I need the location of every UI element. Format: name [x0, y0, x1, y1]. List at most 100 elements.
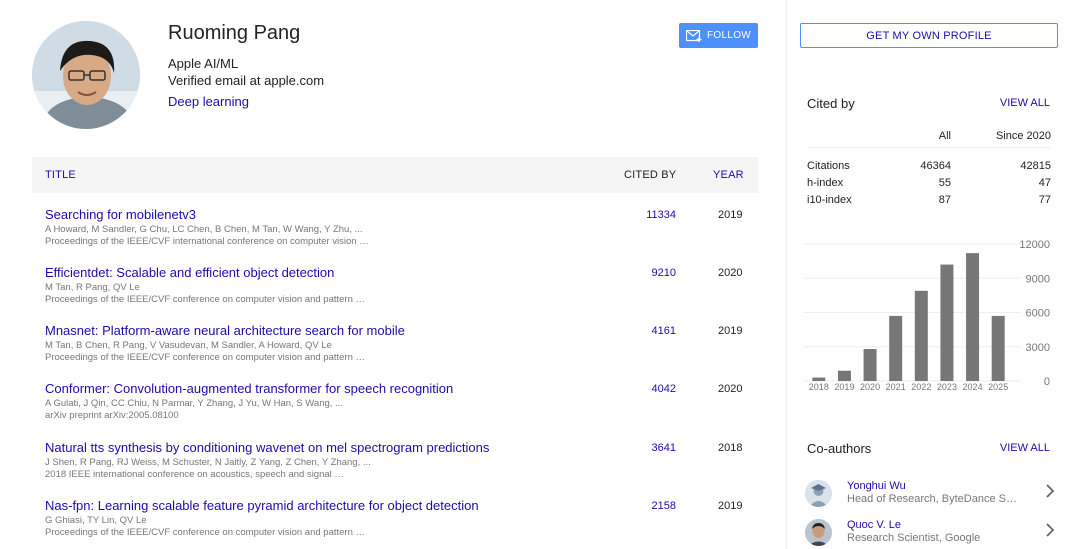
article-venue: Proceedings of the IEEE/CVF conference o…	[45, 352, 366, 363]
stats-all-value: 55	[938, 177, 951, 189]
stats-row-i10-index: i10-index 87 77	[807, 192, 1051, 209]
article-authors: M Tan, R Pang, QV Le	[45, 282, 140, 293]
article-cited-by-link[interactable]: 2158	[652, 500, 676, 512]
chart-bar	[837, 370, 851, 381]
article-authors: G Ghiasi, TY Lin, QV Le	[45, 515, 147, 526]
article-cited-by-link[interactable]: 3641	[652, 442, 676, 454]
article-row: Natural tts synthesis by conditioning wa…	[32, 440, 758, 498]
article-venue: Proceedings of the IEEE/CVF conference o…	[45, 294, 366, 305]
article-title-link[interactable]: Efficientdet: Scalable and efficient obj…	[45, 265, 334, 280]
chart-x-tick-label: 2020	[860, 382, 880, 392]
article-row: Efficientdet: Scalable and efficient obj…	[32, 265, 758, 323]
article-year: 2018	[718, 442, 743, 454]
article-row: Nas-fpn: Learning scalable feature pyram…	[32, 498, 758, 549]
article-venue: arXiv preprint arXiv:2005.08100	[45, 410, 179, 421]
chart-y-tick-label: 12000	[1019, 239, 1050, 251]
coauthor-name: Yonghui Wu	[847, 480, 906, 492]
article-title-link[interactable]: Searching for mobilenetv3	[45, 207, 196, 222]
chart-y-tick-label: 6000	[1026, 308, 1050, 320]
article-year: 2020	[718, 267, 743, 279]
coauthor-item[interactable]: Yonghui Wu Head of Research, ByteDance S…	[805, 480, 1055, 510]
profile-name: Ruoming Pang	[168, 22, 301, 44]
chart-x-tick-label: 2025	[988, 382, 1008, 392]
coauthor-role: Research Scientist, Google	[847, 532, 981, 544]
stats-all-value: 87	[938, 194, 951, 206]
stats-since-value: 42815	[1020, 160, 1051, 172]
citations-per-year-chart: 0 3000 6000 9000 12000 2018 2019 2020 2021 2022 20…	[804, 239, 1050, 392]
follow-button[interactable]: FOLLOW	[679, 23, 758, 48]
article-title-link[interactable]: Nas-fpn: Learning scalable feature pyram…	[45, 498, 479, 513]
article-cited-by-link[interactable]: 11334	[646, 209, 676, 221]
article-year: 2019	[718, 325, 743, 337]
article-venue: Proceedings of the IEEE/CVF conference o…	[45, 527, 366, 538]
stats-since-value: 47	[1038, 177, 1051, 189]
articles-table-header: TITLE CITED BY YEAR	[32, 157, 758, 193]
chart-bar	[889, 315, 903, 381]
stats-all-value: 46364	[920, 160, 951, 172]
cited-by-heading: Cited by	[807, 96, 855, 111]
coauthor-avatar	[805, 519, 832, 546]
chart-bar	[940, 264, 954, 381]
stats-col-all: All	[938, 130, 951, 142]
article-venue: Proceedings of the IEEE/CVF internationa…	[45, 236, 369, 247]
profile-affiliation: Apple AI/ML	[168, 56, 239, 71]
article-venue: 2018 IEEE international conference on ac…	[45, 469, 344, 480]
chart-bar	[991, 315, 1005, 381]
stats-label: h-index	[807, 177, 844, 189]
chart-bar	[966, 253, 980, 381]
follow-label: FOLLOW	[706, 30, 752, 41]
article-year: 2019	[718, 209, 743, 221]
chart-x-tick-label: 2019	[834, 382, 854, 392]
article-cited-by-link[interactable]: 9210	[652, 267, 676, 279]
chart-x-tick-label: 2024	[963, 382, 983, 392]
article-title-link[interactable]: Mnasnet: Platform-aware neural architect…	[45, 323, 405, 338]
chart-x-tick-label: 2022	[911, 382, 931, 392]
article-title-link[interactable]: Natural tts synthesis by conditioning wa…	[45, 440, 489, 455]
chevron-right-icon	[1046, 523, 1055, 537]
coauthor-item[interactable]: Quoc V. Le Research Scientist, Google	[805, 519, 1055, 549]
chart-x-tick-label: 2021	[886, 382, 906, 392]
profile-photo	[32, 21, 140, 129]
article-row: Searching for mobilenetv3 A Howard, M Sa…	[32, 207, 758, 265]
chart-x-tick-label: 2018	[809, 382, 829, 392]
article-authors: A Howard, M Sandler, G Chu, LC Chen, B C…	[45, 224, 363, 235]
cited-by-view-all-link[interactable]: VIEW ALL	[1000, 97, 1050, 109]
chevron-right-icon	[1046, 484, 1055, 498]
main-column: Ruoming Pang Apple AI/ML Verified email …	[0, 0, 786, 549]
article-row: Conformer: Convolution-augmented transfo…	[32, 381, 758, 439]
stats-row-h-index: h-index 55 47	[807, 175, 1051, 192]
chart-y-tick-label: 3000	[1026, 342, 1050, 354]
chart-bar	[812, 377, 826, 381]
interest-link-deep-learning[interactable]: Deep learning	[168, 94, 249, 109]
get-my-own-profile-button[interactable]: GET MY OWN PROFILE	[800, 23, 1058, 48]
article-year: 2020	[718, 383, 743, 395]
stats-col-since: Since 2020	[995, 130, 1051, 142]
stats-since-value: 77	[1038, 194, 1051, 206]
citation-stats-table: All Since 2020 Citations 46364 42815 h-i…	[807, 128, 1051, 209]
article-authors: A Gulati, J Qin, CC Chiu, N Parmar, Y Zh…	[45, 398, 343, 409]
coauthors-heading: Co-authors	[807, 441, 872, 456]
sort-by-year[interactable]: YEAR	[713, 169, 744, 181]
article-authors: J Shen, R Pang, RJ Weiss, M Schuster, N …	[45, 457, 371, 468]
stats-label: i10-index	[807, 194, 852, 206]
article-cited-by-link[interactable]: 4042	[652, 383, 676, 395]
sort-by-title[interactable]: TITLE	[45, 169, 76, 181]
chart-y-tick-label: 9000	[1026, 273, 1050, 285]
coauthor-role: Head of Research, ByteDance S…	[847, 493, 1017, 505]
stats-row-citations: Citations 46364 42815	[807, 158, 1051, 175]
article-authors: M Tan, B Chen, R Pang, V Vasudevan, M Sa…	[45, 340, 332, 351]
profile-email: Verified email at apple.com	[168, 73, 325, 88]
article-row: Mnasnet: Platform-aware neural architect…	[32, 323, 758, 381]
coauthors-view-all-link[interactable]: VIEW ALL	[1000, 442, 1050, 454]
article-year: 2019	[718, 500, 743, 512]
stats-label: Citations	[807, 160, 850, 172]
chart-bar	[863, 349, 877, 381]
sort-by-cited[interactable]: CITED BY	[624, 169, 676, 181]
email-icon	[685, 29, 702, 42]
chart-x-tick-label: 2023	[937, 382, 957, 392]
chart-bar	[914, 290, 928, 381]
article-title-link[interactable]: Conformer: Convolution-augmented transfo…	[45, 381, 453, 396]
coauthor-avatar	[805, 480, 832, 507]
chart-y-tick-label: 0	[1044, 376, 1050, 388]
article-cited-by-link[interactable]: 4161	[652, 325, 676, 337]
